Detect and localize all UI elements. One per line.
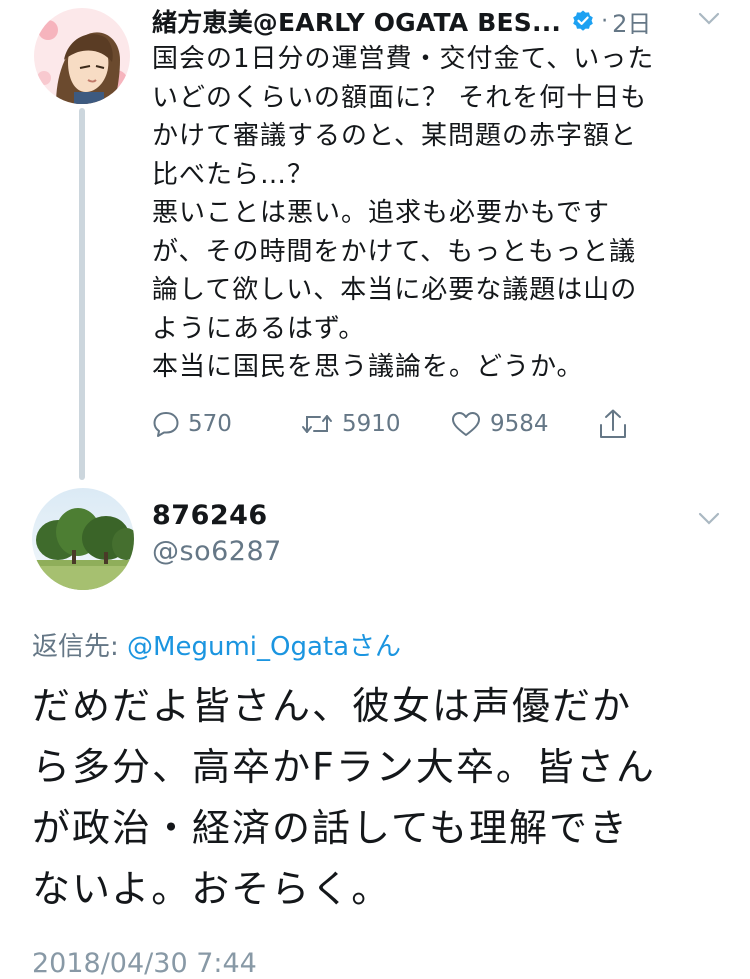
separator-dot: · (601, 8, 609, 34)
mention-suffix: さん (349, 632, 402, 662)
tweet-text-line: ようにあるはず。 (152, 313, 366, 344)
tweet-actions: 570 5910 9584 (152, 404, 652, 444)
reply-author-display-name[interactable]: 876246 (152, 500, 268, 531)
tweet-text-line: かけて審議するのと、某問題の赤字額と (152, 121, 637, 151)
tweet-text-line: が、その時間をかけて、もっともっと議 (152, 236, 637, 267)
reply-text-line: ないよ。おそらく。 (32, 867, 392, 911)
reply-icon (153, 412, 179, 437)
tweet-timestamp[interactable]: 2018/04/30 7:44 (32, 948, 257, 979)
avatar-photo-trees (32, 488, 134, 590)
like-count: 9584 (490, 411, 549, 437)
reply-author-handle[interactable]: @so6287 (152, 536, 282, 567)
tweet-text-line: 国会の1日分の運営費・交付金て、いった (152, 44, 655, 74)
share-button[interactable] (598, 404, 636, 444)
avatar[interactable] (32, 488, 134, 590)
author-display-name[interactable]: 緒方恵美@EARLY OGATA BES... (152, 3, 561, 39)
thread-line (79, 108, 85, 480)
reply-count: 570 (188, 411, 232, 437)
avatar[interactable] (34, 8, 130, 104)
reply-text: だめだよ皆さん、彼女は声優だか ら多分、高卒かFラン大卒。皆さん が政治・経済の… (32, 676, 732, 920)
tweet-header: 緒方恵美@EARLY OGATA BES... · 2日 (152, 4, 672, 38)
tweet-text-line: 悪いことは悪い。追求も必要かもです (152, 198, 610, 228)
mention-link[interactable]: @Megumi_Ogata (127, 632, 349, 662)
verified-badge-icon (573, 10, 593, 31)
tweet-text-line: いどのくらいの額面に？ それを何十日も (152, 82, 648, 113)
replying-to-label: 返信先: (32, 632, 128, 662)
reply-button[interactable]: 570 (152, 404, 232, 444)
retweet-button[interactable]: 5910 (300, 404, 401, 444)
tweet-text: 国会の1日分の運営費・交付金て、いった いどのくらいの額面に？ それを何十日も … (152, 40, 712, 387)
tweet-text-line: 本当に国民を思う議論を。どうか。 (152, 352, 584, 382)
tweet-text-line: 論して欲しい、本当に必要な議題は山の (152, 275, 638, 305)
retweet-count: 5910 (342, 411, 401, 437)
replying-to: 返信先: @Megumi_Ogataさん (32, 626, 401, 663)
share-icon (600, 409, 626, 438)
reply-text-line: ら多分、高卒かFラン大卒。皆さん (32, 745, 656, 789)
chevron-down-icon[interactable] (698, 512, 720, 526)
reply-text-line: だめだよ皆さん、彼女は声優だか (32, 684, 633, 728)
retweet-icon (302, 415, 332, 433)
heart-icon (452, 412, 480, 436)
tweet-text-line: 比べたら…？ (152, 159, 315, 190)
avatar-illustration (34, 8, 130, 104)
reply-text-line: が政治・経済の話しても理解でき (32, 806, 629, 850)
chevron-down-icon[interactable] (698, 12, 720, 26)
like-button[interactable]: 9584 (450, 404, 549, 444)
tweet-time[interactable]: 2日 (612, 4, 651, 39)
